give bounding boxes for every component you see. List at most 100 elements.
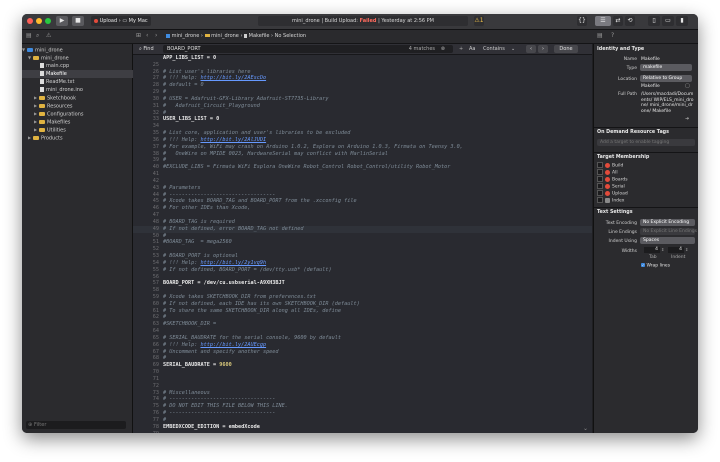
code-line[interactable]: 52 bbox=[133, 246, 592, 253]
code-line[interactable]: 26 # List user's libraries here bbox=[133, 69, 592, 76]
type-popup[interactable]: makefile bbox=[640, 64, 692, 71]
reveal-in-finder-icon[interactable]: ➜ bbox=[685, 116, 689, 122]
search-navigator-icon[interactable]: ⌕ bbox=[36, 32, 39, 40]
help-inspector-icon[interactable]: ? bbox=[611, 32, 614, 39]
code-line[interactable]: 43 # Parameters bbox=[133, 185, 592, 192]
nav-item-file[interactable]: mini_drone.ino bbox=[22, 86, 150, 94]
nav-item-project[interactable]: ▼ mini_drone bbox=[22, 46, 132, 54]
code-line[interactable]: 48 # BOARD_TAG is required bbox=[133, 219, 592, 226]
nav-item-folder[interactable]: ▶ Products bbox=[22, 134, 138, 142]
code-line[interactable]: 73 # Miscellaneous bbox=[133, 390, 592, 397]
code-line[interactable]: 38 # OneWire on MPIDE 0023, HardwareSeria… bbox=[133, 151, 592, 158]
related-items-icon[interactable]: ⊞ bbox=[136, 32, 141, 39]
code-line[interactable]: 76 # ---------------------------------- bbox=[133, 410, 592, 417]
match-mode-popup[interactable]: Contains bbox=[483, 44, 505, 54]
code-line[interactable]: 37 # For example, WiFi may crash on Ardui… bbox=[133, 144, 592, 151]
breadcrumb-project[interactable]: mini_drone bbox=[172, 33, 200, 39]
find-options-icon[interactable]: + bbox=[459, 44, 463, 54]
find-input[interactable]: BOARD_PORT 4 matches ⊗ bbox=[163, 45, 453, 53]
code-review-button[interactable]: {} bbox=[577, 16, 587, 26]
code-line[interactable]: 79 bbox=[133, 431, 592, 433]
code-line[interactable]: 41 bbox=[133, 171, 592, 178]
code-line[interactable]: 64 bbox=[133, 328, 592, 335]
code-line[interactable]: 45 # Xcode takes BOARD_TAG and BOARD_PORT… bbox=[133, 198, 592, 205]
source-editor[interactable]: ⌕ Find BOARD_PORT 4 matches ⊗ + Aa Conta… bbox=[133, 44, 592, 433]
issue-navigator-icon[interactable]: ⚠ bbox=[46, 32, 51, 39]
close-window-button[interactable] bbox=[27, 18, 33, 24]
clear-search-icon[interactable]: ⊗ bbox=[441, 45, 445, 53]
indent-width-field[interactable]: 4 bbox=[668, 247, 684, 253]
back-chevron-icon[interactable]: ‹ bbox=[146, 32, 148, 39]
code-line[interactable]: 50 # bbox=[133, 233, 592, 240]
target-row[interactable]: Upload bbox=[597, 190, 628, 197]
target-row[interactable]: Boards bbox=[597, 176, 628, 183]
code-line[interactable]: 32 # bbox=[133, 110, 592, 117]
code-line[interactable]: 28 # default = 0 bbox=[133, 82, 592, 89]
breadcrumb[interactable]: mini_drone › mini_drone › Makefile › No … bbox=[166, 33, 306, 39]
code-line[interactable]: APP_LIBS_LIST = 0 bbox=[133, 55, 592, 62]
breadcrumb-group[interactable]: mini_drone bbox=[211, 33, 239, 39]
code-line[interactable]: 46 # For other IDEs than Xcode, bbox=[133, 205, 592, 212]
toggle-navigator-button[interactable]: ▯ bbox=[648, 16, 660, 26]
code-line[interactable]: 44 # ---------------------------------- bbox=[133, 192, 592, 199]
activity-status[interactable]: mini_drone | Build Upload: Failed | Yest… bbox=[258, 16, 468, 26]
toggle-inspector-button[interactable]: ▮ bbox=[676, 16, 688, 26]
breadcrumb-symbol[interactable]: No Selection bbox=[275, 33, 306, 39]
name-field[interactable]: Makefile bbox=[641, 57, 660, 62]
nav-item-folder[interactable]: ▶ Sketchbook bbox=[22, 94, 144, 102]
code-line[interactable]: 56 bbox=[133, 274, 592, 281]
match-case-button[interactable]: Aa bbox=[469, 44, 475, 54]
target-row[interactable]: Index bbox=[597, 197, 624, 204]
code-line[interactable]: 77 # bbox=[133, 417, 592, 424]
code-line[interactable]: 40 #EXCLUDE_LIBS = Firmata WiFi Esplora O… bbox=[133, 164, 592, 171]
code-line[interactable]: 49 # If not defined, error BOARD_TAG not … bbox=[133, 225, 592, 233]
code-line[interactable]: 57 BOARD_PORT = /dev/cu.usbserial-A9XH3BJ… bbox=[133, 280, 592, 287]
assistant-editor-button[interactable]: ⇄ bbox=[613, 16, 623, 26]
code-line[interactable]: 25 bbox=[133, 62, 592, 69]
editor-standard-button[interactable]: ☰ bbox=[595, 16, 611, 26]
code-line[interactable]: 68 # bbox=[133, 355, 592, 362]
code-line[interactable]: 27 # !!! Help: http://bit.ly/2AEscDo bbox=[133, 75, 592, 82]
code-line[interactable]: 70 bbox=[133, 369, 592, 376]
nav-item-file-selected[interactable]: Makefile bbox=[22, 70, 150, 78]
help-link[interactable]: http://bit.ly/2AlJUDI bbox=[200, 137, 266, 143]
code-line[interactable]: 29 # bbox=[133, 89, 592, 96]
choose-folder-icon[interactable]: ▢ bbox=[685, 83, 690, 89]
code-line[interactable]: 31 # Adafruit_Circuit_Playground bbox=[133, 103, 592, 110]
wrap-lines-checkbox[interactable]: ✓ Wrap lines bbox=[641, 263, 670, 269]
code-line[interactable]: 78 EMBEDXCODE_EDITION = embedXcode bbox=[133, 424, 592, 431]
nav-item-folder[interactable]: ▶ Configurations bbox=[22, 110, 144, 118]
code-line[interactable]: 33 USER_LIBS_LIST = 0 bbox=[133, 116, 592, 123]
folder-icon[interactable]: ▤ bbox=[26, 32, 32, 39]
stop-button[interactable]: ■ bbox=[72, 16, 84, 26]
code-line[interactable]: 62 # bbox=[133, 314, 592, 321]
code-line[interactable]: 67 # Uncomment and specify another speed bbox=[133, 349, 592, 356]
checkbox[interactable] bbox=[597, 169, 603, 175]
indent-popup[interactable]: Spaces bbox=[640, 237, 695, 244]
code-line[interactable]: 71 bbox=[133, 376, 592, 383]
minimize-window-button[interactable] bbox=[36, 18, 42, 24]
nav-item-folder[interactable]: ▶ Utilities bbox=[22, 126, 144, 134]
nav-item-folder[interactable]: ▶ Resources bbox=[22, 102, 144, 110]
code-line[interactable]: 35 # List core, application and user's li… bbox=[133, 130, 592, 137]
code-line[interactable]: 63 #SKETCHBOOK_DIR = bbox=[133, 321, 592, 328]
file-inspector-icon[interactable]: ▤ bbox=[597, 32, 603, 39]
next-match-button[interactable]: › bbox=[538, 45, 548, 53]
nav-item-file[interactable]: ReadMe.txt bbox=[22, 78, 150, 86]
code-line[interactable]: 53 # BOARD_PORT is optional bbox=[133, 253, 592, 260]
scroll-down-icon[interactable]: ⌄ bbox=[583, 425, 588, 432]
tab-width-stepper[interactable]: ⇕ bbox=[661, 247, 664, 252]
code-line[interactable]: 34 bbox=[133, 123, 592, 130]
previous-match-button[interactable]: ‹ bbox=[526, 45, 536, 53]
location-popup[interactable]: Relative to Group bbox=[640, 75, 692, 82]
checkbox[interactable] bbox=[597, 183, 603, 189]
checkbox[interactable] bbox=[597, 176, 603, 182]
code-line[interactable]: 58 bbox=[133, 287, 592, 294]
done-button[interactable]: Done bbox=[554, 45, 578, 53]
indent-width-stepper[interactable]: ⇕ bbox=[685, 247, 688, 252]
target-row[interactable]: Build bbox=[597, 162, 623, 169]
code-line[interactable]: 59 # Xcode takes SKETCHBOOK_DIR from pref… bbox=[133, 294, 592, 301]
checkbox[interactable] bbox=[597, 190, 603, 196]
target-row[interactable]: All bbox=[597, 169, 618, 176]
code-line[interactable]: 55 # If not defined, BOARD_PORT = /dev/tt… bbox=[133, 267, 592, 274]
